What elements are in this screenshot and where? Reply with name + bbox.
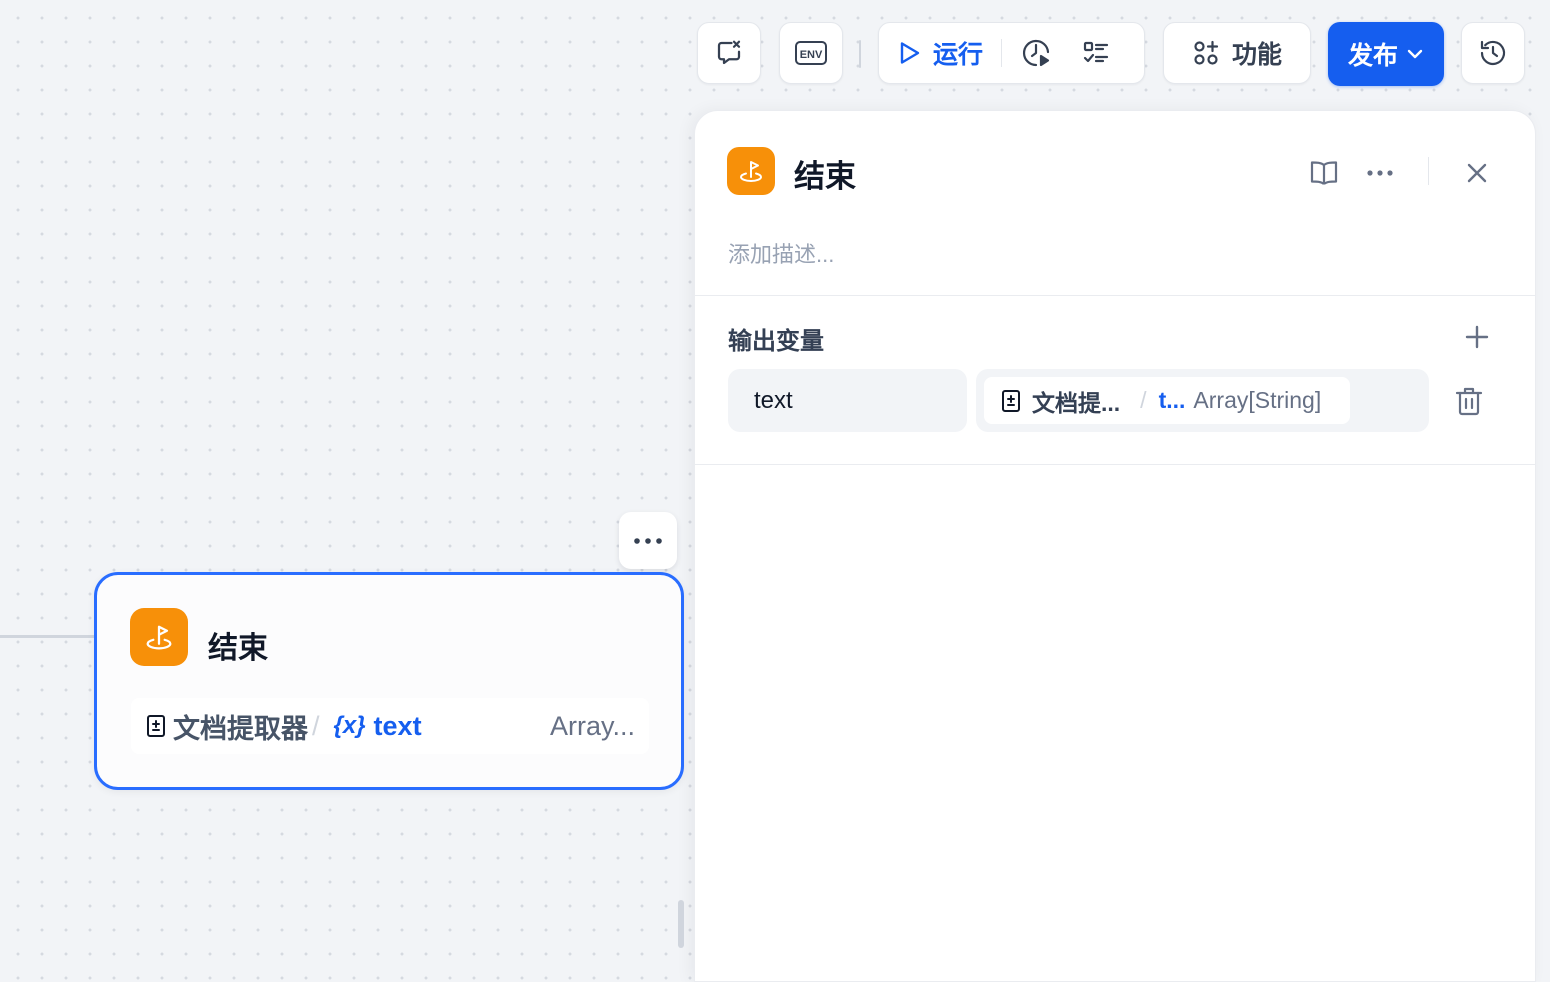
var-source-node: 文档提... — [1032, 389, 1121, 416]
run-group: 运行 — [878, 22, 1145, 84]
var-source-name: t... — [1158, 387, 1186, 413]
more-horizontal-icon — [1367, 170, 1393, 176]
run-divider — [1001, 39, 1003, 67]
output-section-title: 输出变量 — [728, 328, 824, 355]
trash-icon — [1455, 387, 1483, 416]
node-var-name: text — [373, 710, 422, 741]
checklist-button[interactable] — [697, 22, 761, 84]
panel-title[interactable]: 结束 — [794, 151, 856, 196]
node-var-separator: / — [312, 710, 320, 741]
node-var-source: 文档提取器 — [173, 713, 308, 744]
output-var-selector[interactable]: 文档提... / t... Array[String] — [976, 369, 1429, 432]
incoming-edge[interactable] — [0, 635, 96, 638]
panel-divider-bottom — [695, 464, 1535, 465]
play-icon — [900, 42, 920, 64]
end-node[interactable]: 结束 文档提取器 / {x} text Array... — [94, 572, 684, 790]
end-node-icon — [727, 147, 775, 195]
version-history-button[interactable] — [1461, 22, 1525, 84]
panel-divider — [695, 295, 1535, 296]
flag-target-icon — [146, 625, 172, 650]
book-open-icon — [1310, 161, 1338, 185]
grid-plus-icon — [1194, 40, 1219, 65]
var-type: Array[String] — [1193, 387, 1322, 413]
canvas-scrollbar[interactable] — [678, 900, 684, 948]
document-extractor-icon — [1002, 389, 1020, 412]
delete-output-button[interactable] — [1453, 383, 1485, 419]
variable-brace-icon: {x} — [333, 712, 366, 739]
run-button[interactable]: 运行 — [897, 35, 983, 71]
header-divider — [1428, 157, 1429, 185]
close-icon — [1467, 163, 1487, 183]
more-options-button[interactable] — [1362, 155, 1398, 191]
docs-button[interactable] — [1306, 155, 1342, 191]
close-button[interactable] — [1459, 155, 1495, 191]
publish-label: 发布 — [1347, 42, 1398, 70]
description-input[interactable]: 添加描述... — [728, 237, 834, 269]
node-var-type: Array... — [549, 710, 635, 741]
var-separator: / — [1140, 387, 1147, 413]
node-config-panel: 结束 添加描述... 输出变量 text 文档提... / t... Array… — [694, 110, 1536, 982]
more-horizontal-icon — [634, 537, 662, 544]
node-more-button[interactable] — [619, 512, 677, 569]
env-label: ENV — [800, 49, 823, 61]
var-reference-chip[interactable]: 文档提... / t... Array[String] — [984, 377, 1350, 424]
document-extractor-icon — [147, 715, 165, 737]
history-icon — [1480, 40, 1506, 66]
env-button[interactable]: ENV — [779, 22, 843, 84]
end-node-icon — [130, 608, 188, 666]
chevron-down-icon — [1407, 49, 1423, 59]
feature-label: 功能 — [1231, 41, 1282, 69]
toolbar-divider — [859, 40, 861, 68]
checklist-panel-button[interactable] — [1082, 39, 1110, 67]
feature-button[interactable]: 功能 — [1163, 22, 1311, 84]
run-label: 运行 — [933, 41, 984, 69]
list-check-icon — [1083, 41, 1109, 63]
output-var-name-input[interactable]: text — [728, 369, 967, 432]
add-output-button[interactable] — [1461, 321, 1493, 353]
checklist-x-icon — [717, 40, 741, 65]
node-title: 结束 — [208, 632, 268, 665]
publish-button[interactable]: 发布 — [1328, 22, 1444, 86]
clock-play-icon — [1022, 39, 1050, 67]
flag-target-icon — [740, 161, 762, 182]
env-icon: ENV — [795, 41, 827, 65]
node-output-var: 文档提取器 / {x} text Array... — [131, 698, 649, 754]
run-history-button[interactable] — [1020, 37, 1052, 69]
plus-icon — [1465, 325, 1489, 349]
